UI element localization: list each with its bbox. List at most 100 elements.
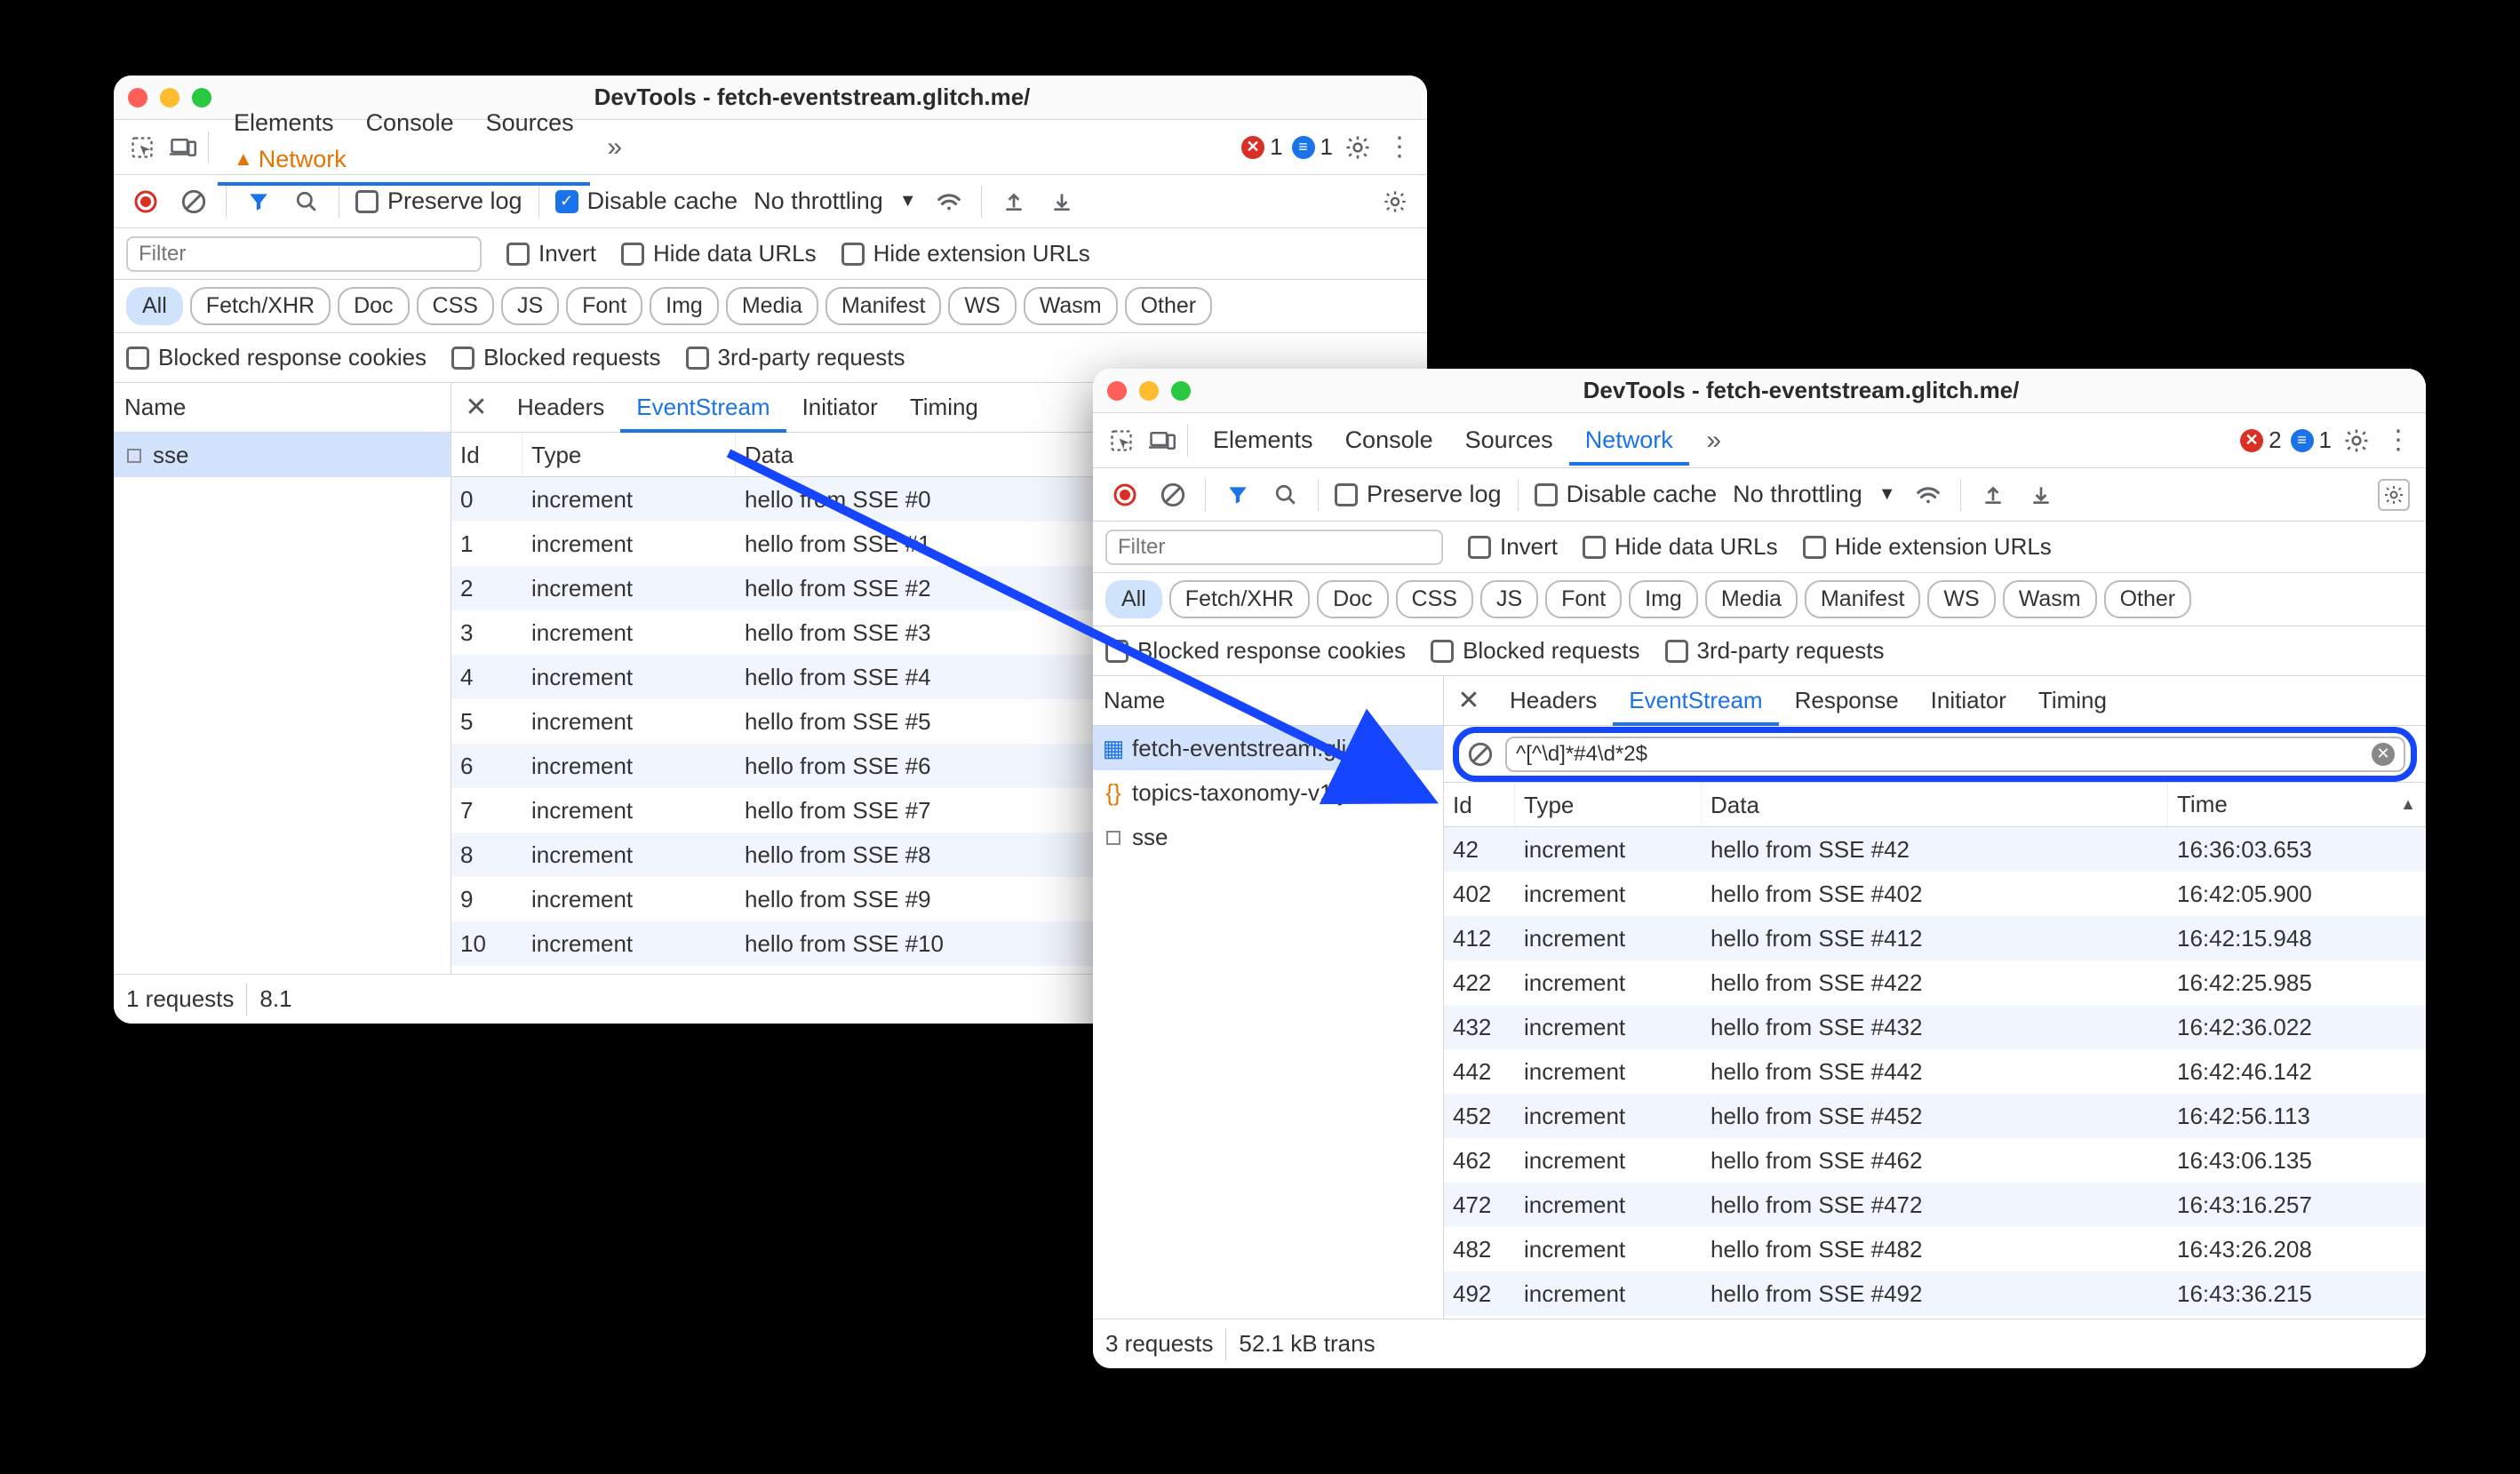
settings-icon[interactable] [1342, 131, 1374, 163]
message-badge[interactable]: ≡1 [1292, 133, 1333, 161]
minimize-window-button[interactable] [1139, 381, 1159, 401]
event-row[interactable]: 472incrementhello from SSE #47216:43:16.… [1444, 1183, 2426, 1227]
hide-data-urls-checkbox[interactable]: Hide data URLs [1583, 533, 1778, 561]
preserve-log-checkbox[interactable]: Preserve log [1335, 481, 1502, 508]
type-pill-css[interactable]: CSS [417, 287, 494, 325]
chevron-down-icon[interactable]: ▼ [899, 191, 917, 211]
type-pill-all[interactable]: All [126, 287, 183, 325]
preserve-log-checkbox[interactable]: Preserve log [355, 187, 522, 215]
type-pill-manifest[interactable]: Manifest [825, 287, 941, 325]
filter-icon[interactable] [1222, 479, 1254, 511]
filter-input[interactable] [1105, 530, 1443, 565]
more-tabs-icon[interactable]: » [599, 131, 631, 163]
type-pill-fetch-xhr[interactable]: Fetch/XHR [1169, 580, 1310, 618]
inspect-icon[interactable] [1105, 425, 1137, 457]
request-row[interactable]: ▦fetch-eventstream.gli… [1093, 726, 1443, 770]
panel-tab-console[interactable]: Console [350, 100, 470, 145]
col-type[interactable]: Type [522, 433, 736, 476]
upload-icon[interactable] [1977, 479, 2009, 511]
type-pill-css[interactable]: CSS [1396, 580, 1473, 618]
panel-tab-sources[interactable]: Sources [470, 100, 590, 145]
type-pill-ws[interactable]: WS [1927, 580, 1995, 618]
type-pill-img[interactable]: Img [1629, 580, 1698, 618]
panel-tab-network[interactable]: Network [1569, 418, 1689, 466]
inspect-icon[interactable] [126, 131, 158, 163]
hide-extension-urls-checkbox[interactable]: Hide extension URLs [1803, 533, 2052, 561]
kebab-icon[interactable]: ⋮ [1383, 131, 1415, 163]
detail-tab-timing[interactable]: Timing [894, 385, 994, 429]
type-pill-doc[interactable]: Doc [338, 287, 409, 325]
invert-checkbox[interactable]: Invert [1468, 533, 1558, 561]
event-row[interactable]: 442incrementhello from SSE #44216:42:46.… [1444, 1049, 2426, 1094]
record-button[interactable] [130, 186, 162, 218]
event-row[interactable]: 452incrementhello from SSE #45216:42:56.… [1444, 1094, 2426, 1138]
third-party-checkbox[interactable]: 3rd-party requests [686, 344, 905, 371]
invert-checkbox[interactable]: Invert [506, 240, 596, 267]
close-icon[interactable]: ✕ [1453, 685, 1485, 716]
download-icon[interactable] [2025, 479, 2057, 511]
throttling-select[interactable]: No throttling [754, 187, 883, 215]
clear-button[interactable] [178, 186, 210, 218]
blocked-requests-checkbox[interactable]: Blocked requests [451, 344, 660, 371]
type-pill-manifest[interactable]: Manifest [1805, 580, 1920, 618]
record-button[interactable] [1109, 479, 1141, 511]
wifi-icon[interactable] [933, 186, 965, 218]
error-badge[interactable]: ✕1 [1241, 133, 1282, 161]
event-row[interactable]: 422incrementhello from SSE #42216:42:25.… [1444, 960, 2426, 1005]
filter-icon[interactable] [243, 186, 275, 218]
search-icon[interactable] [1270, 479, 1302, 511]
download-icon[interactable] [1046, 186, 1078, 218]
chevron-down-icon[interactable]: ▼ [1878, 484, 1896, 505]
hide-extension-urls-checkbox[interactable]: Hide extension URLs [841, 240, 1090, 267]
panel-tab-elements[interactable]: Elements [1197, 418, 1329, 462]
type-pill-other[interactable]: Other [1125, 287, 1213, 325]
search-icon[interactable] [291, 186, 323, 218]
event-row[interactable]: 462incrementhello from SSE #46216:43:06.… [1444, 1138, 2426, 1183]
clear-button[interactable] [1157, 479, 1189, 511]
col-data[interactable]: Data [1702, 783, 2168, 826]
regex-filter-input[interactable]: ^[^\d]*#4\d*2$ ✕ [1505, 737, 2405, 772]
type-pill-doc[interactable]: Doc [1317, 580, 1388, 618]
disable-cache-checkbox[interactable]: Disable cache [1535, 481, 1718, 508]
detail-tab-headers[interactable]: Headers [1494, 678, 1613, 722]
close-window-button[interactable] [1107, 381, 1127, 401]
minimize-window-button[interactable] [160, 88, 179, 108]
event-row[interactable]: 492incrementhello from SSE #49216:43:36.… [1444, 1271, 2426, 1316]
close-icon[interactable]: ✕ [460, 392, 492, 423]
detail-tab-eventstream[interactable]: EventStream [620, 385, 786, 433]
throttling-select[interactable]: No throttling [1733, 481, 1862, 508]
event-row[interactable]: 402incrementhello from SSE #40216:42:05.… [1444, 872, 2426, 916]
zoom-window-button[interactable] [1171, 381, 1191, 401]
blocked-requests-checkbox[interactable]: Blocked requests [1431, 637, 1639, 665]
settings-icon[interactable] [2378, 479, 2410, 511]
detail-tab-headers[interactable]: Headers [501, 385, 620, 429]
panel-tab-console[interactable]: Console [1329, 418, 1449, 462]
more-tabs-icon[interactable]: » [1698, 425, 1730, 457]
col-type[interactable]: Type [1515, 783, 1702, 826]
close-window-button[interactable] [128, 88, 148, 108]
hide-data-urls-checkbox[interactable]: Hide data URLs [621, 240, 817, 267]
type-pill-img[interactable]: Img [650, 287, 719, 325]
type-pill-fetch-xhr[interactable]: Fetch/XHR [190, 287, 331, 325]
detail-tab-response[interactable]: Response [1779, 678, 1915, 722]
col-time[interactable]: Time▲ [2168, 783, 2426, 826]
error-badge[interactable]: ✕2 [2240, 426, 2281, 454]
detail-tab-eventstream[interactable]: EventStream [1613, 678, 1778, 726]
type-pill-js[interactable]: JS [501, 287, 559, 325]
blocked-cookies-checkbox[interactable]: Blocked response cookies [126, 344, 427, 371]
type-pill-font[interactable]: Font [1545, 580, 1622, 618]
upload-icon[interactable] [998, 186, 1030, 218]
event-row[interactable]: 432incrementhello from SSE #43216:42:36.… [1444, 1005, 2426, 1049]
settings-icon[interactable] [1379, 186, 1411, 218]
type-pill-wasm[interactable]: Wasm [2003, 580, 2097, 618]
request-row[interactable]: sse [1093, 815, 1443, 859]
type-pill-ws[interactable]: WS [948, 287, 1016, 325]
event-row[interactable]: 482incrementhello from SSE #48216:43:26.… [1444, 1227, 2426, 1271]
clear-events-button[interactable] [1464, 738, 1496, 770]
clear-input-icon[interactable]: ✕ [2372, 743, 2395, 766]
panel-tab-elements[interactable]: Elements [218, 100, 350, 145]
type-pill-wasm[interactable]: Wasm [1024, 287, 1118, 325]
type-pill-media[interactable]: Media [726, 287, 818, 325]
detail-tab-timing[interactable]: Timing [2022, 678, 2123, 722]
col-id[interactable]: Id [1444, 783, 1515, 826]
